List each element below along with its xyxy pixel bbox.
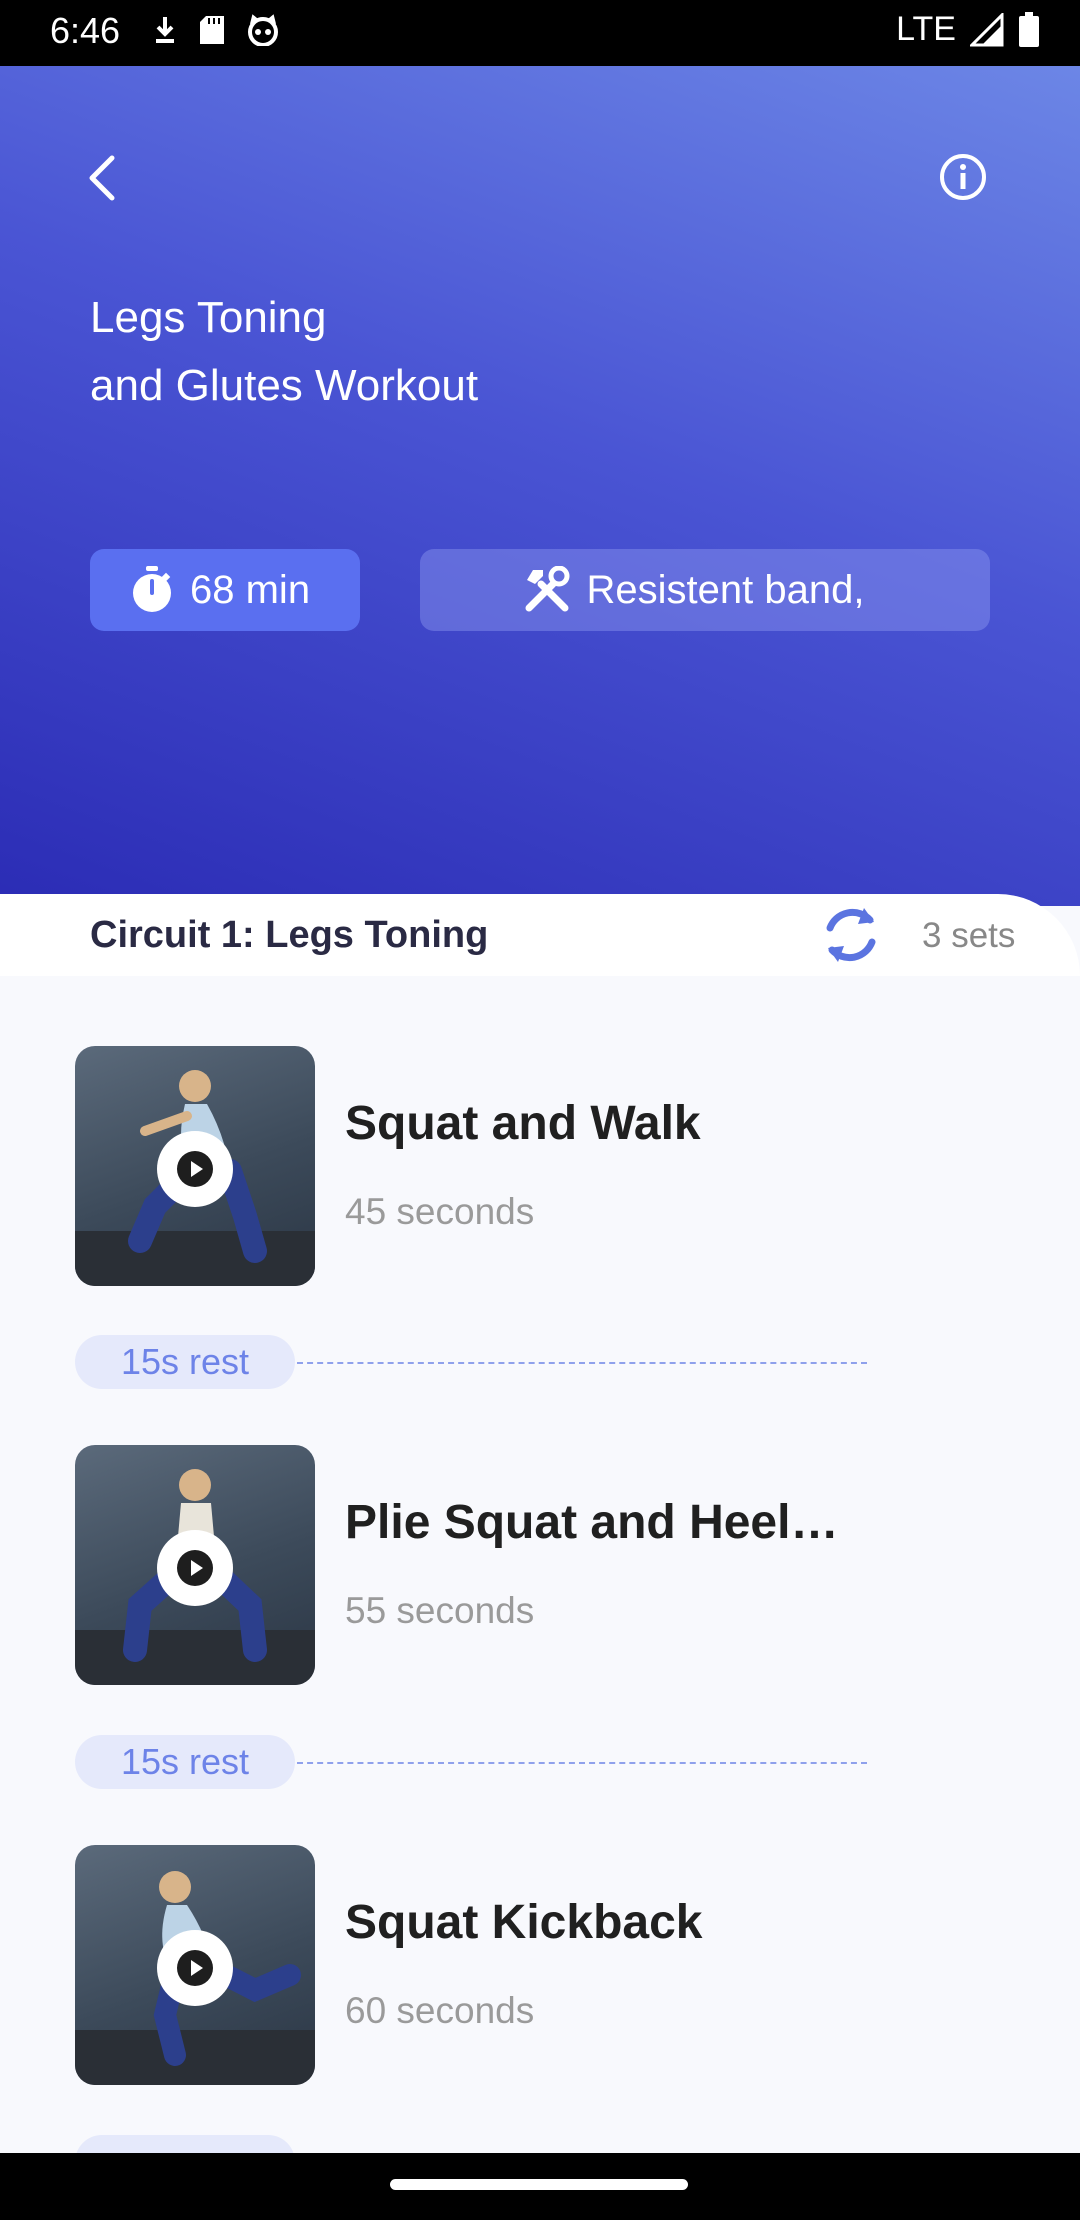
rest-row: 15s rest — [75, 1735, 875, 1791]
sd-card-icon — [200, 16, 224, 44]
cat-face-icon — [248, 14, 278, 46]
download-icon — [156, 17, 174, 43]
navigation-bar — [0, 2153, 1080, 2220]
play-icon — [177, 1950, 213, 1986]
exercise-duration: 60 seconds — [345, 1990, 535, 2031]
workout-hero: Legs Toning and Glutes Workout 68 min Re… — [0, 66, 1080, 906]
exercise-thumbnail — [75, 1445, 315, 1685]
tools-icon — [523, 566, 571, 614]
info-button[interactable] — [938, 152, 988, 202]
play-button[interactable] — [157, 1530, 233, 1606]
exercise-duration: 45 seconds — [345, 1191, 535, 1232]
play-button[interactable] — [157, 1930, 233, 2006]
workout-title: Legs Toning and Glutes Workout — [90, 284, 478, 420]
stopwatch-icon — [130, 566, 174, 614]
signal-icon — [970, 12, 1004, 46]
rest-row: 15s rest — [75, 1335, 875, 1391]
home-gesture-handle[interactable] — [390, 2179, 688, 2190]
equipment-label: Resistent band, — [586, 567, 865, 612]
exercise-duration: 55 seconds — [345, 1590, 535, 1631]
status-time: 6:46 — [50, 10, 121, 51]
workout-title-line1: Legs Toning — [90, 293, 327, 342]
status-bar: 6:46 LTE — [0, 0, 1080, 66]
exercise-item[interactable]: Squat Kickback 60 seconds — [75, 1845, 1005, 2085]
play-button[interactable] — [157, 1131, 233, 1207]
exercise-name: Squat and Walk — [345, 1097, 701, 1150]
repeat-icon — [818, 898, 884, 972]
duration-label: 68 min — [190, 567, 311, 612]
back-arrow-icon — [89, 155, 115, 201]
circuit-title: Circuit 1: Legs Toning — [90, 914, 489, 956]
info-icon — [940, 154, 986, 200]
battery-icon — [1019, 11, 1039, 47]
exercise-item[interactable]: Squat and Walk 45 seconds — [75, 1046, 1005, 1286]
exercise-item[interactable]: Plie Squat and Heel… 55 seconds — [75, 1445, 1005, 1685]
duration-pill: 68 min — [90, 549, 360, 631]
rest-pill: 15s rest — [75, 1735, 295, 1789]
sets-label: 3 sets — [922, 916, 1016, 955]
network-label: LTE — [896, 10, 956, 48]
rest-divider — [297, 1362, 867, 1364]
exercise-name: Squat Kickback — [345, 1896, 703, 1949]
workout-title-line2: and Glutes Workout — [90, 361, 479, 410]
rest-divider — [297, 1762, 867, 1764]
status-icons-right: LTE — [896, 10, 1040, 49]
rest-pill: 15s rest — [75, 1335, 295, 1389]
exercise-thumbnail — [75, 1845, 315, 2085]
status-icons-left — [152, 14, 280, 46]
back-button[interactable] — [82, 152, 126, 204]
circuit-header: Circuit 1: Legs Toning 3 sets — [0, 894, 1080, 976]
exercise-name: Plie Squat and Heel… — [345, 1496, 839, 1549]
play-icon — [177, 1151, 213, 1187]
exercise-thumbnail — [75, 1046, 315, 1286]
equipment-pill: Resistent band, — [420, 549, 990, 631]
play-icon — [177, 1550, 213, 1586]
